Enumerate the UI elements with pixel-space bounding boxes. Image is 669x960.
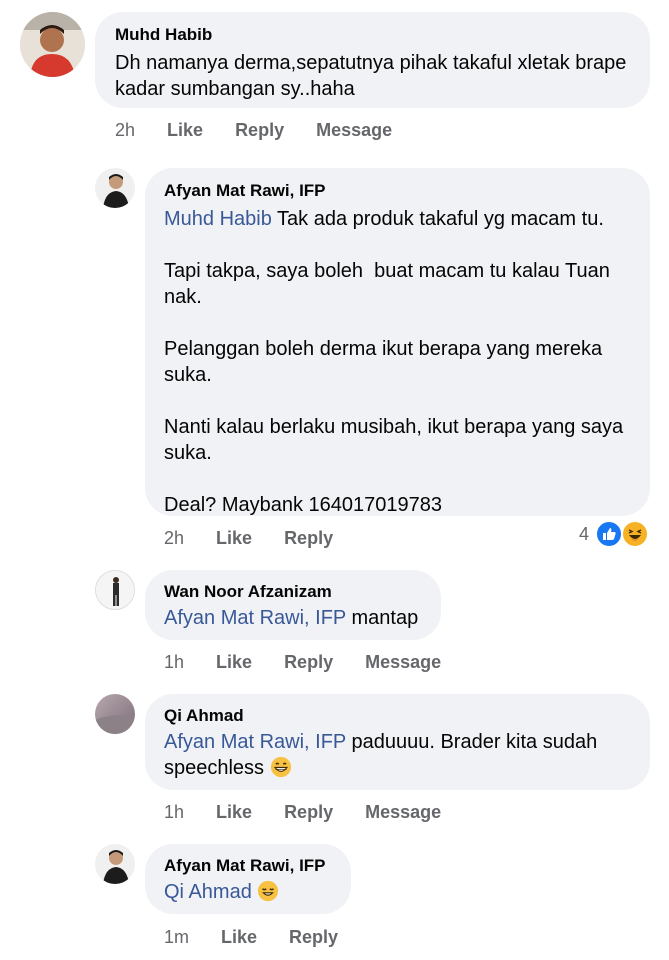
comment-text: Qi Ahmad: [164, 879, 332, 905]
comment-thread: Muhd Habib Dh namanya derma,sepatutnya p…: [0, 0, 669, 960]
avatar-afyan-mat-rawi[interactable]: [95, 168, 135, 208]
like-button[interactable]: Like: [216, 651, 252, 673]
like-button[interactable]: Like: [167, 119, 203, 141]
comment-text: Afyan Mat Rawi, IFP paduuuu. Brader kita…: [164, 729, 631, 781]
message-button[interactable]: Message: [316, 119, 392, 141]
comment-author[interactable]: Afyan Mat Rawi, IFP: [164, 855, 332, 877]
avatar-muhd-habib[interactable]: [20, 12, 85, 77]
comment-bubble: Qi Ahmad Afyan Mat Rawi, IFP paduuuu. Br…: [145, 694, 650, 790]
reply-button[interactable]: Reply: [284, 651, 333, 673]
grinning-emoji-icon: [270, 756, 291, 778]
mention-link[interactable]: Afyan Mat Rawi, IFP: [164, 607, 346, 629]
reaction-count: 4: [579, 523, 590, 544]
person-photo-icon: [95, 168, 135, 208]
comment-actions: 1m Like Reply: [164, 926, 338, 948]
reaction-summary[interactable]: 4: [579, 520, 650, 548]
like-button[interactable]: Like: [216, 801, 252, 823]
reply-button[interactable]: Reply: [235, 119, 284, 141]
comment-text: Dh namanya derma,sepatutnya pihak takafu…: [115, 52, 627, 100]
comment-bubble: Afyan Mat Rawi, IFP Qi Ahmad: [145, 844, 351, 914]
comment-author[interactable]: Qi Ahmad: [164, 705, 631, 727]
person-photo-icon: [96, 571, 134, 609]
avatar-afyan-mat-rawi[interactable]: [95, 844, 135, 884]
mention-link[interactable]: Muhd Habib: [164, 208, 272, 230]
mention-link[interactable]: Qi Ahmad: [164, 881, 252, 903]
comment-author[interactable]: Muhd Habib: [115, 24, 630, 46]
comment-time[interactable]: 1h: [164, 651, 184, 673]
comment-actions: 2h Like Reply: [164, 527, 333, 549]
avatar-wan-noor-afzanizam[interactable]: [95, 570, 135, 610]
person-photo-icon: [95, 844, 135, 884]
comment-actions: 1h Like Reply Message: [164, 651, 441, 673]
person-photo-icon: [20, 12, 85, 77]
relieved-emoji-icon: [258, 880, 279, 902]
comment-text: Afyan Mat Rawi, IFP mantap: [164, 605, 422, 631]
like-icon: [595, 520, 624, 548]
haha-icon: [621, 520, 650, 548]
comment-author[interactable]: Wan Noor Afzanizam: [164, 581, 422, 603]
reply-button[interactable]: Reply: [284, 527, 333, 549]
comment-body: mantap: [345, 607, 419, 629]
comment-actions: 1h Like Reply Message: [164, 801, 441, 823]
comment-time[interactable]: 1m: [164, 926, 189, 948]
like-button[interactable]: Like: [216, 527, 252, 549]
comment-text: Muhd Habib Tak ada produk takaful yg mac…: [164, 206, 631, 518]
comment-time[interactable]: 2h: [115, 119, 135, 141]
reply-button[interactable]: Reply: [289, 926, 338, 948]
comment-bubble: Muhd Habib Dh namanya derma,sepatutnya p…: [95, 12, 650, 108]
comment-actions: 2h Like Reply Message: [115, 119, 392, 141]
mention-link[interactable]: Afyan Mat Rawi, IFP: [164, 731, 346, 753]
landscape-photo-icon: [95, 694, 135, 734]
comment-bubble: Afyan Mat Rawi, IFP Muhd Habib Tak ada p…: [145, 168, 650, 516]
avatar-qi-ahmad[interactable]: [95, 694, 135, 734]
comment-time[interactable]: 1h: [164, 801, 184, 823]
comment-body: Tak ada produk takaful yg macam tu. Tapi…: [164, 208, 624, 516]
reply-button[interactable]: Reply: [284, 801, 333, 823]
comment-bubble: Wan Noor Afzanizam Afyan Mat Rawi, IFP m…: [145, 570, 441, 640]
comment-time[interactable]: 2h: [164, 527, 184, 549]
message-button[interactable]: Message: [365, 801, 441, 823]
like-button[interactable]: Like: [221, 926, 257, 948]
comment-author[interactable]: Afyan Mat Rawi, IFP: [164, 180, 631, 202]
message-button[interactable]: Message: [365, 651, 441, 673]
